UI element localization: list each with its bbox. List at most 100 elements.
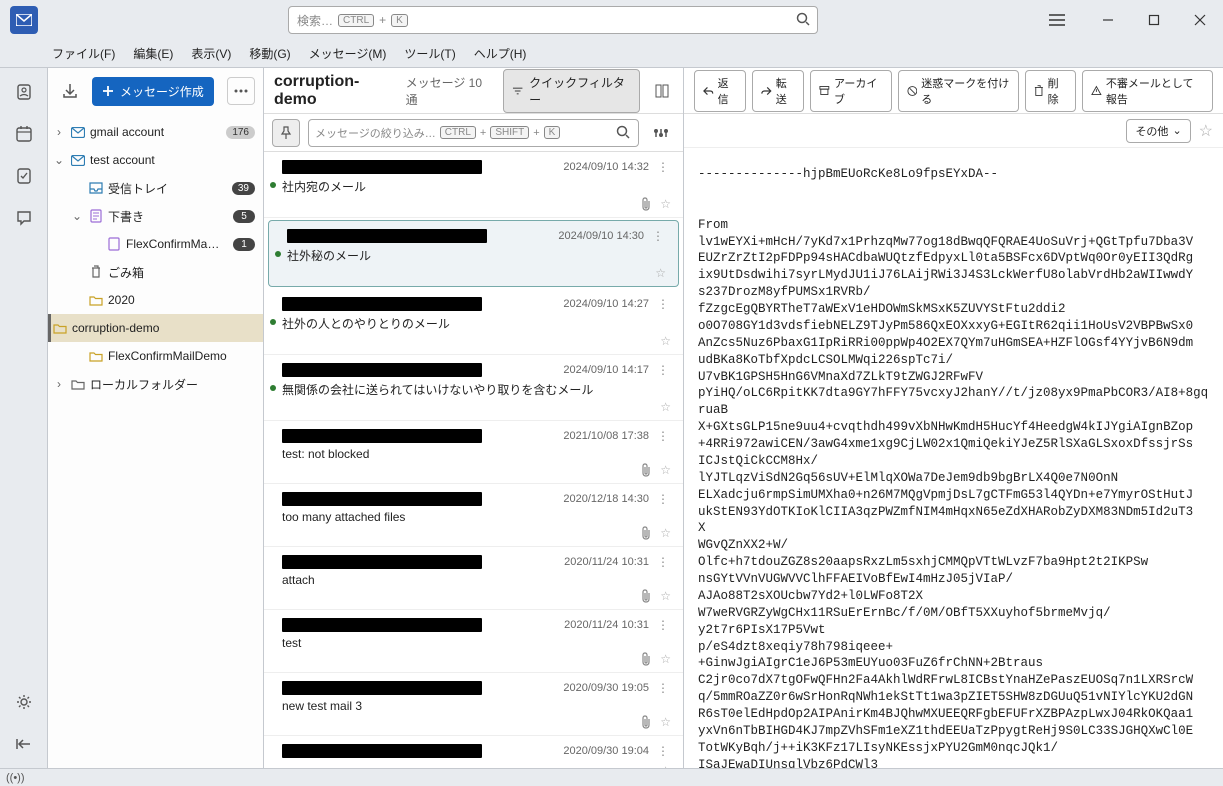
- menu-go[interactable]: 移動(G): [245, 41, 294, 66]
- minimize-button[interactable]: [1085, 0, 1131, 40]
- folder-pane: メッセージ作成 › gmail account 176 ⌄ test accou…: [48, 68, 264, 768]
- message-subject: 社外の人とのやりとりのメール: [282, 315, 450, 332]
- get-messages-button[interactable]: [56, 77, 84, 105]
- chevron-down-icon[interactable]: ⌄: [70, 209, 84, 223]
- chevron-right-icon[interactable]: ›: [52, 125, 66, 139]
- folder-pane-menu-button[interactable]: [227, 77, 255, 105]
- star-icon[interactable]: ☆: [660, 715, 671, 729]
- folder-corruption-demo[interactable]: corruption-demo: [48, 314, 263, 342]
- activity-chat-icon[interactable]: [8, 202, 40, 234]
- menu-help[interactable]: ヘルプ(H): [470, 41, 531, 66]
- compose-button[interactable]: メッセージ作成: [92, 77, 214, 106]
- drafts-icon: [88, 209, 104, 223]
- star-icon[interactable]: ☆: [660, 589, 671, 603]
- close-button[interactable]: [1177, 0, 1223, 40]
- message-more-icon[interactable]: ⋮: [655, 618, 671, 632]
- folder-title: corruption-demo: [274, 73, 396, 109]
- activity-settings-icon[interactable]: [8, 686, 40, 718]
- message-date: 2020/12/18 14:30: [563, 493, 649, 505]
- message-more-icon[interactable]: ⋮: [655, 744, 671, 758]
- folder-2020[interactable]: 2020: [48, 286, 263, 314]
- message-body[interactable]: --------------hjpBmEUoRcKe8Lo9fpsEYxDA--…: [684, 148, 1223, 768]
- menu-tools[interactable]: ツール(T): [400, 41, 459, 66]
- menu-edit[interactable]: 編集(E): [129, 41, 177, 66]
- reply-button[interactable]: 返信: [694, 70, 746, 112]
- folder-flexdemo[interactable]: FlexConfirmMailDemo: [48, 342, 263, 370]
- message-more-icon[interactable]: ⋮: [655, 492, 671, 506]
- message-item[interactable]: 2020/12/18 14:30⋮too many attached files…: [264, 484, 683, 547]
- star-button[interactable]: ☆: [1199, 121, 1213, 141]
- menu-file[interactable]: ファイル(F): [48, 41, 119, 66]
- activity-tasks-icon[interactable]: [8, 160, 40, 192]
- folder-label: FlexConfirmMailDemo: [108, 349, 255, 363]
- message-item[interactable]: 2020/11/24 10:31⋮attach☆: [264, 547, 683, 610]
- report-button[interactable]: 不審メールとして報告: [1082, 70, 1213, 112]
- maximize-button[interactable]: [1131, 0, 1177, 40]
- message-more-icon[interactable]: ⋮: [655, 555, 671, 569]
- message-subject: 社外秘のメール: [287, 247, 371, 264]
- star-icon[interactable]: ☆: [660, 197, 671, 211]
- message-item[interactable]: 2024/09/10 14:30⋮社外秘のメール☆: [268, 220, 679, 287]
- search-icon[interactable]: [796, 12, 810, 26]
- archive-button[interactable]: アーカイブ: [810, 70, 891, 112]
- message-item[interactable]: 2024/09/10 14:27⋮社外の人とのやりとりのメール☆: [264, 289, 683, 355]
- menu-view[interactable]: 表示(V): [187, 41, 235, 66]
- forward-button[interactable]: 転送: [752, 70, 804, 112]
- menu-message[interactable]: メッセージ(M): [305, 41, 391, 66]
- account-gmail[interactable]: › gmail account 176: [48, 118, 263, 146]
- message-more-icon[interactable]: ⋮: [655, 429, 671, 443]
- message-from: [282, 160, 482, 174]
- activity-collapse-icon[interactable]: [8, 728, 40, 760]
- message-item[interactable]: 2020/11/24 10:31⋮test☆: [264, 610, 683, 673]
- message-item[interactable]: 2020/09/30 19:04⋮☆: [264, 736, 683, 768]
- folder-icon: [70, 379, 86, 390]
- app-menu-button[interactable]: [1037, 0, 1077, 40]
- local-folders[interactable]: › ローカルフォルダー: [48, 370, 263, 398]
- folder-drafts[interactable]: ⌄ 下書き 5: [48, 202, 263, 230]
- star-icon[interactable]: ☆: [660, 526, 671, 540]
- quick-filter-button[interactable]: クイックフィルター: [503, 69, 640, 113]
- pin-filter-button[interactable]: [272, 119, 300, 147]
- activity-addressbook-icon[interactable]: [8, 76, 40, 108]
- other-actions-button[interactable]: その他⌄: [1126, 119, 1190, 143]
- folder-flexconfirm[interactable]: FlexConfirmMa… 1: [48, 230, 263, 258]
- kbd-k: K: [391, 14, 408, 27]
- account-test[interactable]: ⌄ test account: [48, 146, 263, 174]
- star-icon[interactable]: ☆: [660, 463, 671, 477]
- display-options-button[interactable]: [647, 119, 675, 147]
- message-list[interactable]: 2024/09/10 14:32⋮社内宛のメール☆2024/09/10 14:3…: [264, 152, 683, 768]
- message-more-icon[interactable]: ⋮: [650, 229, 666, 243]
- folder-inbox[interactable]: 受信トレイ 39: [48, 174, 263, 202]
- message-from: [282, 618, 482, 632]
- message-item[interactable]: 2024/09/10 14:32⋮社内宛のメール☆: [264, 152, 683, 218]
- chevron-down-icon[interactable]: ⌄: [52, 153, 66, 167]
- folder-label: 下書き: [108, 208, 229, 225]
- chevron-right-icon[interactable]: ›: [52, 377, 66, 391]
- message-item[interactable]: 2020/09/30 19:05⋮new test mail 3☆: [264, 673, 683, 736]
- attachment-icon: [640, 652, 652, 666]
- star-icon[interactable]: ☆: [660, 400, 671, 414]
- star-icon[interactable]: ☆: [660, 334, 671, 348]
- message-more-icon[interactable]: ⋮: [655, 681, 671, 695]
- list-layout-button[interactable]: [650, 79, 673, 103]
- message-item[interactable]: 2021/10/08 17:38⋮test: not blocked☆: [264, 421, 683, 484]
- search-icon[interactable]: [616, 125, 630, 139]
- star-icon[interactable]: ☆: [660, 764, 671, 768]
- delete-button[interactable]: 削除: [1025, 70, 1076, 112]
- folder-trash[interactable]: ごみ箱: [48, 258, 263, 286]
- star-icon[interactable]: ☆: [660, 652, 671, 666]
- message-subject: 社内宛のメール: [282, 178, 366, 195]
- activity-calendar-icon[interactable]: [8, 118, 40, 150]
- global-search[interactable]: 検索… CTRL + K: [288, 6, 818, 34]
- folder-badge: 39: [232, 182, 255, 195]
- message-from: [282, 429, 482, 443]
- message-item[interactable]: 2024/09/10 14:17⋮無関係の会社に送られてはいけないやり取りを含む…: [264, 355, 683, 421]
- filter-input[interactable]: メッセージの絞り込み… CTRL + SHIFT + K: [308, 119, 639, 147]
- message-count: メッセージ 10 通: [406, 74, 493, 108]
- message-more-icon[interactable]: ⋮: [655, 363, 671, 377]
- junk-button[interactable]: 迷惑マークを付ける: [898, 70, 1019, 112]
- message-more-icon[interactable]: ⋮: [655, 297, 671, 311]
- message-from: [282, 744, 482, 758]
- message-more-icon[interactable]: ⋮: [655, 160, 671, 174]
- star-icon[interactable]: ☆: [655, 266, 666, 280]
